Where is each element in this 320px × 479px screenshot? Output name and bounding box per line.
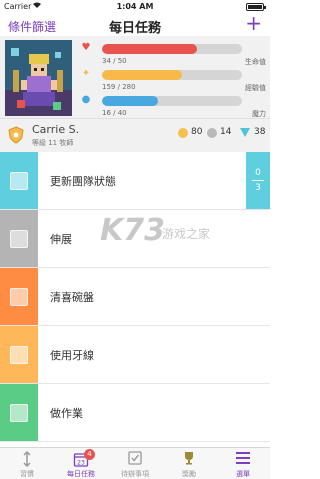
dailies-badge: 4 — [84, 449, 95, 460]
task-counter: 0 3 — [246, 152, 270, 209]
droplet-icon: ● — [81, 94, 91, 105]
calendar-icon: 23 — [54, 451, 108, 467]
tab-dailies[interactable]: 23 4 每日任務 — [54, 448, 108, 479]
mana-value: 16 / 40 — [102, 109, 127, 117]
task-row[interactable]: 使用牙線 — [0, 326, 270, 384]
navigation-bar: 條件篩選 每日任務 + — [0, 13, 270, 36]
tab-label: 選單 — [236, 470, 250, 478]
status-bar: Carrier 1:04 AM — [0, 0, 270, 14]
silver-count: 14 — [220, 127, 232, 137]
watermark-text: 游戏之家 — [162, 227, 211, 241]
trophy-icon — [162, 451, 216, 467]
gold-count: 80 — [191, 127, 203, 137]
watermark-logo: K73 — [100, 213, 165, 248]
mana-stat: ● 16 / 40 魔力 — [78, 94, 266, 120]
user-level: 等級 11 牧師 — [32, 139, 74, 147]
mana-bar-fill — [102, 96, 158, 106]
heart-icon: ♥ — [81, 42, 91, 53]
profile-header: ♥ 34 / 50 生命值 ✦ 159 / 280 經驗值 ● 16 / 40 … — [0, 36, 270, 152]
experience-stat: ✦ 159 / 280 經驗值 — [78, 68, 266, 94]
checklist-icon — [108, 451, 162, 467]
tab-label: 習慣 — [20, 470, 34, 478]
tab-menu[interactable]: 選單 — [216, 448, 270, 479]
tab-label: 待辦事項 — [121, 470, 149, 478]
mana-bar — [102, 96, 242, 106]
user-info: Carrie S. 等級 11 牧師 80 14 38 — [0, 118, 270, 150]
task-checkbox[interactable] — [10, 172, 28, 190]
task-text: 伸展 — [50, 233, 72, 246]
gem-count: 38 — [254, 127, 266, 137]
gold-coin-icon — [178, 128, 188, 138]
task-color-strip — [0, 152, 38, 209]
page-title: 每日任務 — [108, 21, 161, 36]
task-checkbox[interactable] — [10, 288, 28, 306]
tab-rewards[interactable]: 獎勵 — [162, 448, 216, 479]
task-row[interactable]: 更新團隊狀態 0 3 — [0, 152, 270, 210]
experience-label: 經驗值 — [245, 84, 266, 92]
experience-value: 159 / 280 — [102, 83, 136, 91]
task-text: 做作業 — [50, 407, 83, 420]
tab-bar: 習慣 23 4 每日任務 待辦事項 獎勵 選單 — [0, 447, 270, 479]
task-counter-total: 3 — [255, 183, 261, 193]
health-bar-fill — [102, 44, 198, 54]
experience-bar — [102, 70, 242, 80]
habits-icon — [0, 450, 54, 468]
task-text: 使用牙線 — [50, 349, 94, 362]
task-color-strip — [0, 210, 38, 267]
calendar-day: 23 — [77, 460, 85, 467]
task-color-strip — [0, 268, 38, 325]
silver-coin-icon — [207, 128, 217, 138]
gem-icon — [240, 128, 250, 137]
task-checkbox[interactable] — [10, 230, 28, 248]
health-bar — [102, 44, 242, 54]
user-name: Carrie S. — [32, 123, 80, 136]
star-icon: ✦ — [81, 68, 91, 79]
tab-label: 獎勵 — [182, 470, 196, 478]
experience-bar-fill — [102, 70, 182, 80]
task-row[interactable]: 做作業 — [0, 384, 270, 442]
health-value: 34 / 50 — [102, 57, 127, 65]
add-task-button[interactable]: + — [245, 13, 262, 33]
avatar[interactable] — [5, 40, 72, 116]
task-text: 清喜碗盤 — [50, 291, 94, 304]
menu-icon — [216, 451, 270, 467]
tab-habits[interactable]: 習慣 — [0, 448, 54, 479]
battery-icon — [246, 3, 266, 11]
task-text: 更新團隊狀態 — [50, 175, 116, 188]
task-counter-done: 0 — [255, 168, 261, 178]
shield-icon — [8, 126, 24, 144]
watermark: K73 游戏之家 — [100, 213, 230, 253]
health-label: 生命值 — [245, 58, 266, 66]
task-checkbox[interactable] — [10, 346, 28, 364]
task-color-strip — [0, 384, 38, 441]
tab-todos[interactable]: 待辦事項 — [108, 448, 162, 479]
clock-time: 1:04 AM — [116, 2, 154, 11]
task-checkbox[interactable] — [10, 404, 28, 422]
task-color-strip — [0, 326, 38, 383]
tab-label: 每日任務 — [67, 470, 95, 478]
task-counter-divider — [252, 180, 264, 181]
task-row[interactable]: 清喜碗盤 — [0, 268, 270, 326]
health-stat: ♥ 34 / 50 生命值 — [78, 42, 266, 68]
